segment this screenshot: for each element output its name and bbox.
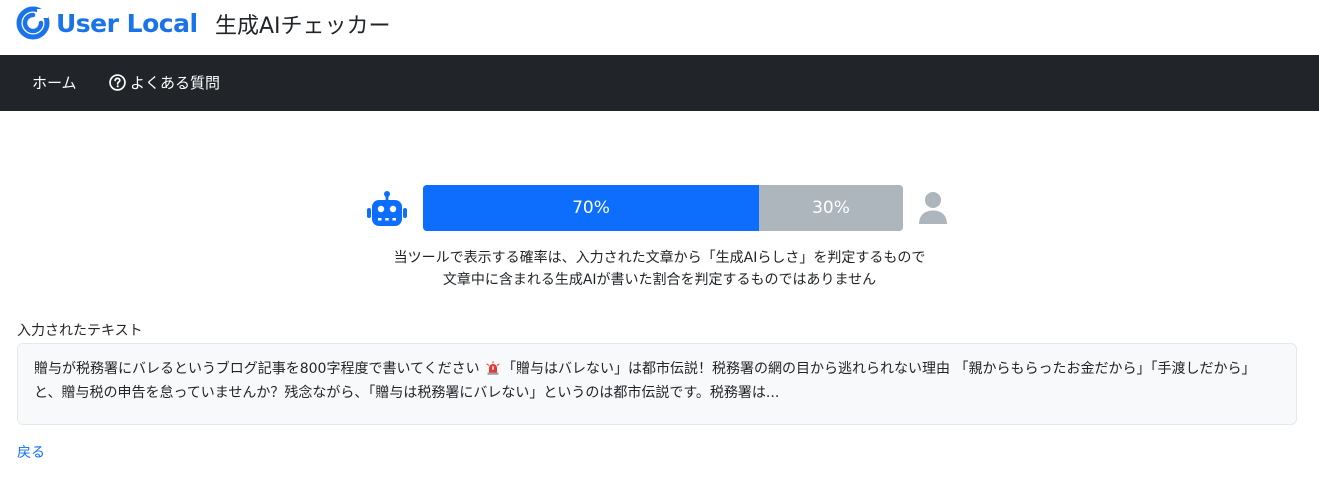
ai-probability-segment: 70%	[423, 185, 759, 231]
question-circle-icon	[109, 74, 126, 91]
nav-faq-label: よくある質問	[130, 74, 221, 92]
person-icon	[919, 192, 947, 224]
nav-faq-link[interactable]: よくある質問	[109, 72, 220, 93]
input-text-label: 入力されたテキスト	[17, 323, 143, 339]
input-text-part-1: 贈与が税務署にバレるというブログ記事を800字程度で書いてください	[34, 361, 485, 377]
input-text-box: 贈与が税務署にバレるというブログ記事を800字程度で書いてください 「贈与はバレ…	[17, 343, 1297, 425]
robot-icon	[367, 191, 407, 226]
app-title: 生成AIチェッカー	[215, 14, 391, 39]
back-link[interactable]: 戻る	[17, 442, 45, 462]
nav-home-link[interactable]: ホーム	[32, 72, 77, 93]
disclaimer-line-1: 当ツールで表示する確率は、入力された文章から「生成AIらしさ」を判定するもので	[393, 250, 926, 266]
userlocal-logo[interactable]: User Local	[16, 6, 198, 40]
human-probability-label: 30%	[812, 198, 850, 218]
site-header: User Local 生成AIチェッカー	[0, 0, 1319, 55]
disclaimer-note: 当ツールで表示する確率は、入力された文章から「生成AIらしさ」を判定するもので …	[0, 247, 1319, 291]
result-section: 70% 30%	[0, 182, 1319, 232]
navbar: ホーム よくある質問	[0, 55, 1319, 111]
ai-probability-label: 70%	[572, 198, 610, 218]
human-probability-segment: 30%	[759, 185, 903, 231]
userlocal-logo-icon	[16, 6, 50, 40]
probability-bar: 70% 30%	[423, 185, 903, 231]
disclaimer-line-2: 文章中に含まれる生成AIが書いた割合を判定するものではありません	[442, 272, 877, 288]
logo-text: User Local	[56, 8, 198, 38]
rotating-light-icon	[486, 361, 500, 375]
